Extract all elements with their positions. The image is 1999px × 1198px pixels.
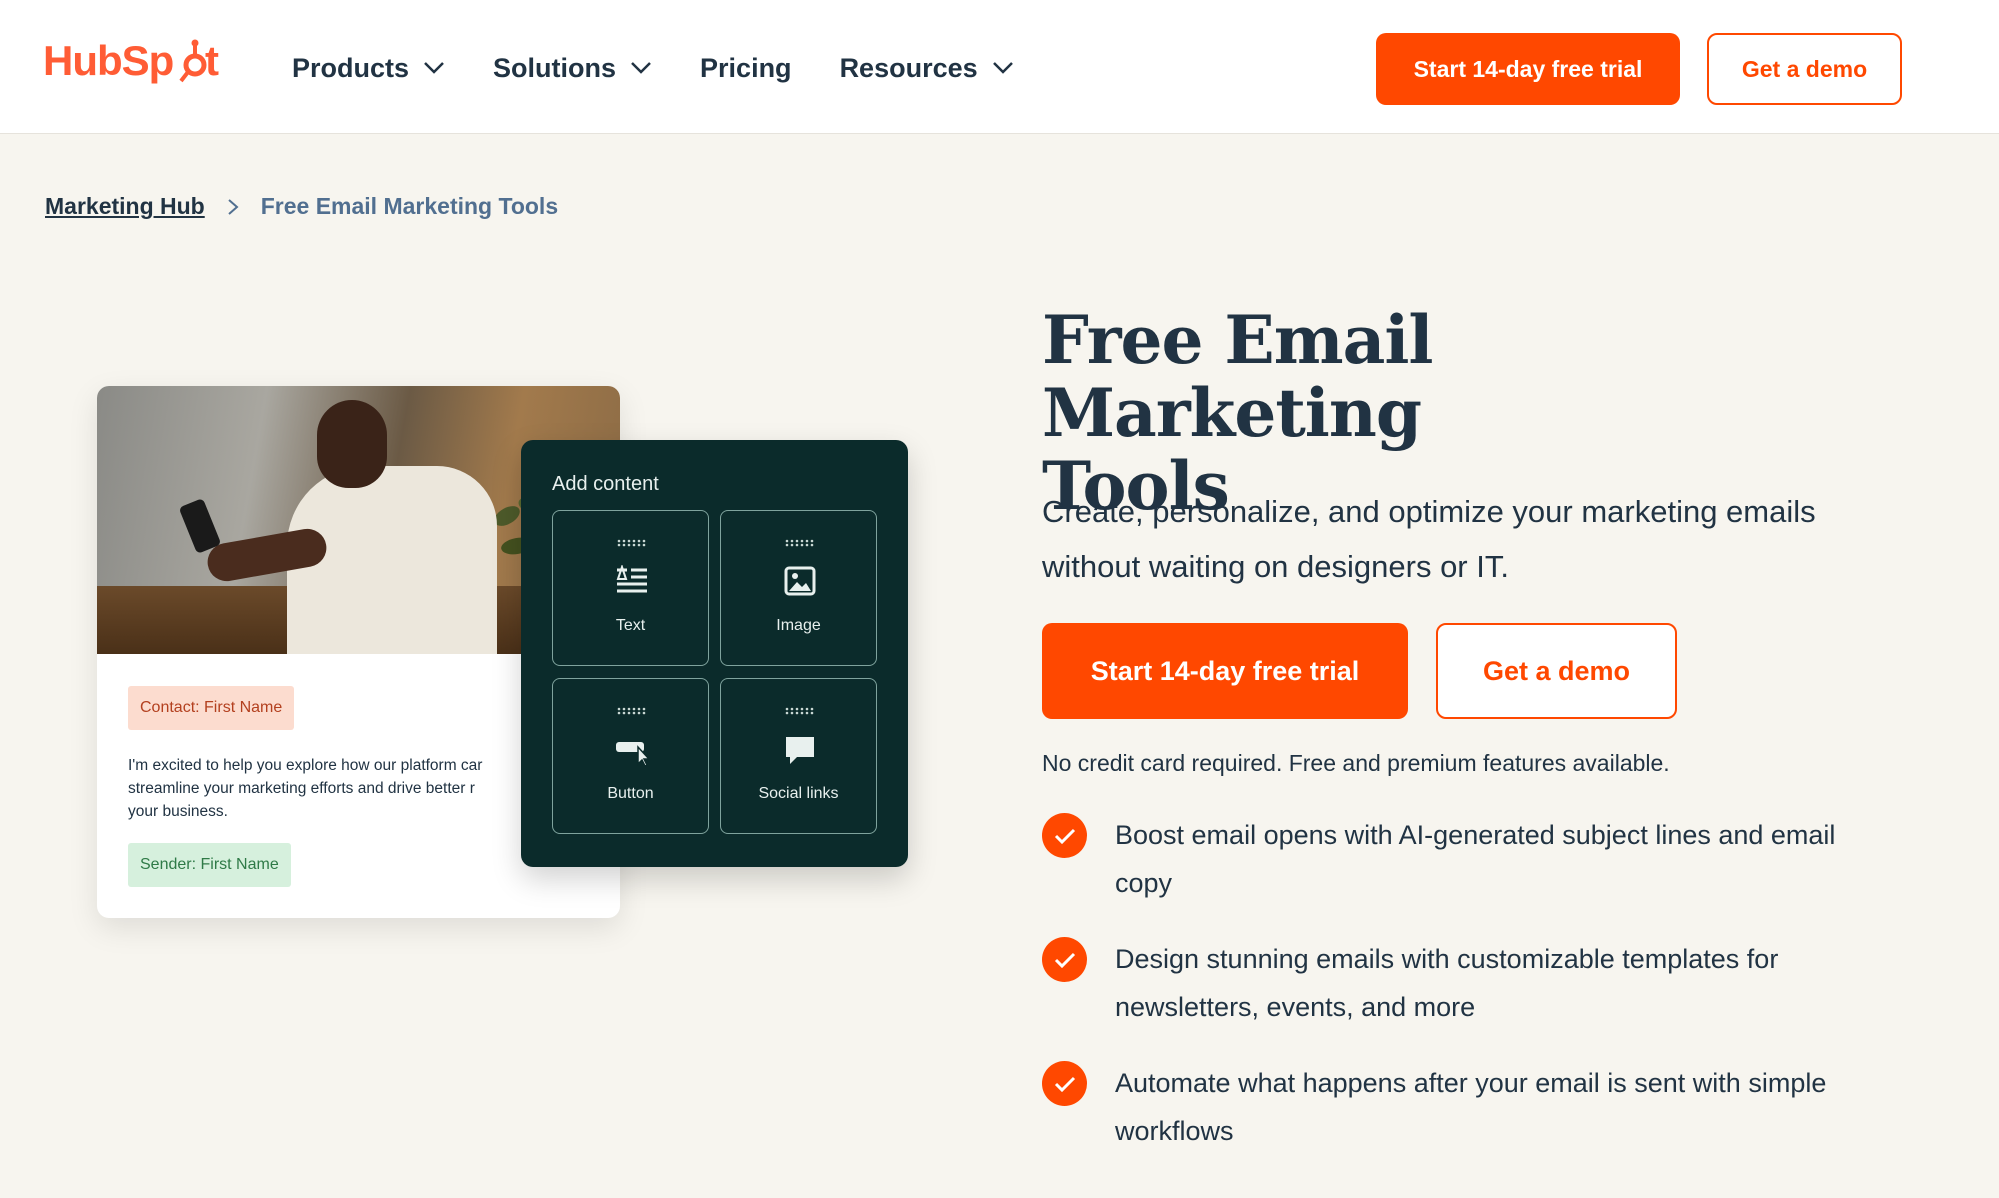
nav-pricing-label: Pricing [700, 52, 792, 83]
add-content-title: Add content [552, 473, 659, 495]
email-line-3: your business. [128, 803, 228, 820]
feature-1-line-2: copy [1115, 868, 1173, 898]
feature-item: Design stunning emails with customizable… [1042, 935, 1902, 1031]
top-navigation: HubSp t Products Solutions Pricing Resou… [0, 0, 1999, 134]
feature-3-line-1: Automate what happens after your email i… [1115, 1068, 1827, 1098]
email-body-text: I'm excited to help you explore how our … [128, 754, 528, 823]
subtitle-line-1: Create, personalize, and optimize your m… [1042, 494, 1816, 529]
chevron-right-icon [228, 198, 239, 215]
drag-handle-icon [785, 707, 814, 715]
chevron-down-icon [992, 62, 1013, 74]
sender-first-name-tag: Sender: First Name [128, 843, 291, 887]
email-line-2: streamline your marketing efforts and dr… [128, 780, 475, 797]
check-circle-icon [1042, 1061, 1087, 1106]
logo-text: HubSp t [43, 35, 223, 102]
hero-get-demo-button[interactable]: Get a demo [1436, 623, 1677, 719]
check-circle-icon [1042, 813, 1087, 858]
add-content-panel: Add content Text Image Button Social lin… [521, 440, 908, 867]
drag-handle-icon [785, 539, 814, 547]
tile-social-links: Social links [720, 678, 877, 834]
nav-products-label: Products [292, 52, 410, 83]
button-cursor-icon [616, 742, 649, 767]
svg-text:HubSp: HubSp [43, 37, 173, 84]
nav-resources-label: Resources [839, 52, 978, 83]
header-get-demo-button[interactable]: Get a demo [1707, 33, 1902, 105]
hero-start-trial-button[interactable]: Start 14-day free trial [1042, 623, 1408, 719]
contact-first-name-tag: Contact: First Name [128, 686, 295, 730]
no-credit-card-note: No credit card required. Free and premiu… [1042, 750, 1670, 776]
feature-list: Boost email opens with AI-generated subj… [1042, 811, 1902, 1183]
tile-image-label: Image [776, 617, 821, 634]
tile-image: Image [720, 510, 877, 666]
hubspot-logo[interactable]: HubSp t [43, 37, 223, 94]
nav-solutions-label: Solutions [493, 52, 617, 83]
feature-2-line-1: Design stunning emails with customizable… [1115, 944, 1779, 974]
image-icon [784, 566, 816, 596]
email-line-1: I'm excited to help you explore how our … [128, 757, 483, 774]
tile-button-label: Button [607, 785, 654, 802]
feature-item: Boost email opens with AI-generated subj… [1042, 811, 1902, 907]
tile-text: Text [552, 510, 709, 666]
person-head [317, 400, 387, 488]
header-start-trial-button[interactable]: Start 14-day free trial [1376, 33, 1680, 105]
text-lines-icon [616, 565, 647, 593]
check-circle-icon [1042, 937, 1087, 982]
feature-1-line-1: Boost email opens with AI-generated subj… [1115, 820, 1836, 850]
drag-handle-icon [617, 539, 646, 547]
feature-3-line-2: workflows [1115, 1116, 1234, 1146]
subtitle-line-2: without waiting on designers or IT. [1042, 549, 1509, 584]
speech-bubble-icon [786, 737, 814, 764]
drag-handle-icon [617, 707, 646, 715]
chevron-down-icon [424, 62, 444, 74]
main-nav: Products Solutions Pricing Resources [292, 48, 1062, 88]
breadcrumb-current: Free Email Marketing Tools [260, 193, 559, 219]
nav-pricing[interactable]: Pricing [700, 48, 792, 88]
title-line-1: Free Email Marketing [1042, 301, 1433, 452]
phone-shape [178, 497, 222, 555]
hubspot-logo-icon: HubSp t [43, 37, 220, 84]
svg-text:t: t [205, 37, 219, 84]
tile-social-links-label: Social links [758, 785, 839, 802]
nav-products[interactable]: Products [292, 48, 445, 88]
chevron-down-icon [631, 62, 651, 74]
feature-item: Automate what happens after your email i… [1042, 1059, 1902, 1155]
breadcrumb: Marketing Hub Free Email Marketing Tools [45, 193, 558, 220]
nav-solutions[interactable]: Solutions [493, 48, 652, 88]
feature-2-line-2: newsletters, events, and more [1115, 992, 1476, 1022]
hero-subtitle: Create, personalize, and optimize your m… [1042, 484, 1922, 594]
tile-button: Button [552, 678, 709, 834]
tile-text-label: Text [615, 617, 646, 634]
breadcrumb-marketing-hub-link[interactable]: Marketing Hub [45, 193, 205, 220]
nav-resources[interactable]: Resources [840, 48, 1014, 88]
